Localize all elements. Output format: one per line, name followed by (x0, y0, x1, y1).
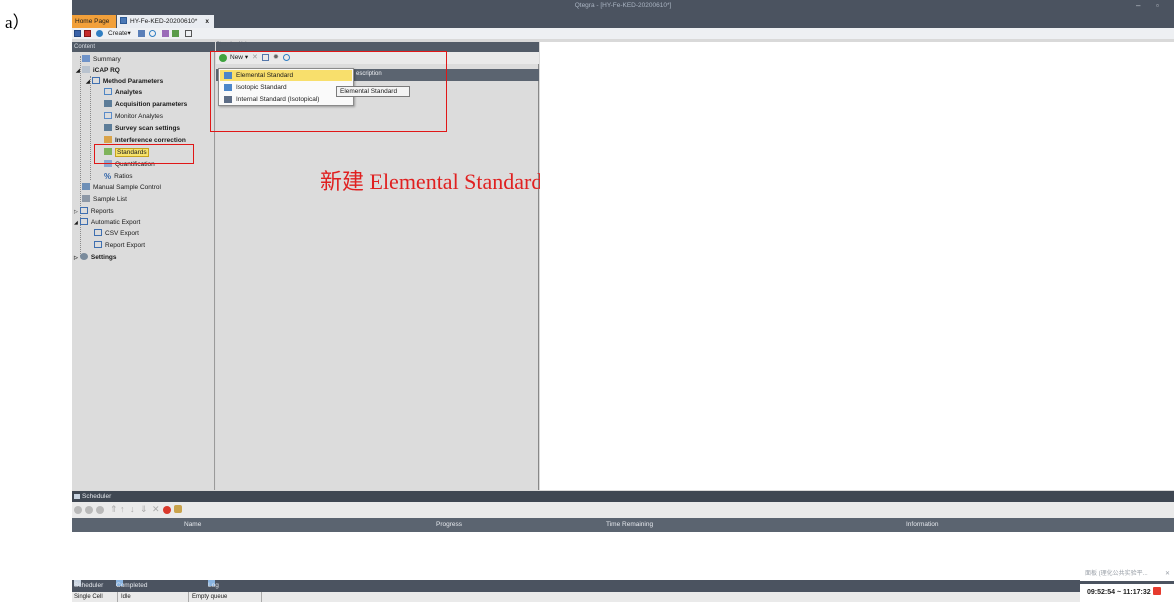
title-bar: Qtegra - [HY-Fe-KED-20200610*] – ▫ (72, 0, 1174, 13)
instrument-icon (81, 66, 90, 73)
figure-label: a） (5, 13, 30, 32)
monitor-icon (104, 112, 112, 119)
tree-item-summary[interactable]: Summary (82, 55, 121, 64)
save-icon[interactable] (74, 30, 81, 37)
move-up-icon[interactable]: ↑ (120, 504, 125, 514)
scheduler-title: Scheduler (82, 493, 112, 500)
tree-item-acquisition-parameters[interactable]: Acquisition parameters (104, 100, 187, 109)
move-bottom-icon[interactable]: ⇓ (140, 504, 148, 515)
tree-item-method-parameters[interactable]: ◢ Method Parameters (86, 77, 163, 87)
column-time-remaining[interactable]: Time Remaining (606, 521, 653, 528)
csv-export-icon (94, 229, 102, 236)
tree-item-sample-list[interactable]: Sample List (82, 195, 127, 204)
sample-control-icon (82, 183, 90, 190)
create-menu-button[interactable]: Create▾ (108, 29, 131, 37)
list-icon (82, 195, 90, 202)
column-progress[interactable]: Progress (436, 521, 462, 528)
sort-icon[interactable] (162, 30, 169, 37)
expand-icon: ◢ (74, 220, 78, 226)
tree-item-csv-export[interactable]: CSV Export (94, 229, 139, 238)
bottom-tab-bar: Scheduler Completed LabBooks Log View (72, 580, 1174, 601)
history-icon[interactable] (149, 30, 156, 37)
taskbar-notification[interactable]: 面板 (理化公共实验平... ✕ (1080, 568, 1174, 581)
play-icon[interactable] (74, 506, 82, 514)
status-bar: Single Cell Analysis Idle Empty queue (72, 592, 1174, 602)
scheduler-toolbar: ⇑ ↑ ↓ ⇓ ✕ (72, 502, 1174, 518)
content-panel-header: Content (72, 42, 215, 52)
close-document-icon[interactable] (84, 30, 91, 37)
collapse-icon: ▷ (74, 209, 78, 215)
document-icon (120, 17, 127, 24)
main-toolbar: Create▾ (72, 28, 1174, 39)
status-mode: Single Cell Analysis (72, 592, 118, 602)
scheduler-icon (74, 494, 80, 499)
tree-item-monitor-analytes[interactable]: Monitor Analytes (104, 112, 163, 121)
close-icon[interactable]: x (205, 15, 209, 28)
tab-label: Home Page (75, 18, 110, 25)
tree-item-analytes[interactable]: Analytes (104, 88, 142, 97)
create-label: Create (108, 30, 128, 37)
percent-icon: % (104, 172, 112, 181)
expand-icon: ◢ (86, 79, 90, 85)
app-icon[interactable] (1152, 587, 1161, 595)
notification-text: 面板 (理化公共实验平... (1085, 571, 1148, 577)
scheduler-columns: Name Progress Time Remaining Information (72, 518, 1174, 532)
cancel-icon[interactable] (163, 506, 171, 514)
status-queue: Empty queue (190, 592, 262, 602)
taskbar-clock: 09:52:54 ~ 11:17:32 (1080, 584, 1174, 602)
expand-icon: ◢ (76, 68, 80, 74)
tab-label: HY-Fe-KED-20200610* (130, 18, 198, 25)
options-icon[interactable] (174, 505, 182, 513)
column-information[interactable]: Information (906, 521, 939, 528)
annotation-box-standards (94, 144, 194, 164)
summary-icon (82, 55, 90, 62)
tree-item-manual-sample-control[interactable]: Manual Sample Control (82, 183, 161, 192)
column-name[interactable]: Name (184, 521, 201, 528)
method-icon (91, 77, 100, 84)
tab-document[interactable]: HY-Fe-KED-20200610* x (117, 15, 214, 28)
refresh-icon[interactable] (96, 30, 103, 37)
status-state: Idle (119, 592, 189, 602)
workspace-area (540, 42, 1174, 490)
annotation-box-new-menu (210, 51, 447, 132)
move-top-icon[interactable]: ⇑ (110, 504, 118, 515)
window-title: Qtegra - [HY-Fe-KED-20200610*] (574, 2, 672, 9)
move-down-icon[interactable]: ↓ (130, 504, 135, 514)
tree-item-ratios[interactable]: % Ratios (104, 172, 133, 181)
qtegra-window: Qtegra - [HY-Fe-KED-20200610*] – ▫ Home … (72, 0, 1174, 602)
tree-item-reports[interactable]: ▷ Reports (74, 207, 114, 217)
reports-icon (79, 207, 88, 214)
tree-item-report-export[interactable]: Report Export (94, 241, 145, 250)
window-icon[interactable] (185, 30, 192, 37)
tree-item-icap-rq[interactable]: ◢ iCAP RQ (76, 66, 120, 76)
tree-item-survey-scan-settings[interactable]: Survey scan settings (104, 124, 180, 133)
tab-home-page[interactable]: Home Page (72, 15, 116, 28)
report-export-icon (94, 241, 102, 248)
scheduler-list (72, 532, 1174, 580)
interference-icon (104, 136, 112, 143)
tree-item-automatic-export[interactable]: ◢ Automatic Export (74, 218, 140, 228)
clock-text: 09:52:54 ~ 11:17:32 (1087, 589, 1151, 596)
tab-label: Scheduler (74, 582, 104, 589)
tree-guide-line (90, 76, 91, 180)
gear-icon (104, 100, 112, 107)
settings-gear-icon (79, 253, 88, 260)
pause-icon[interactable] (85, 506, 93, 514)
close-icon[interactable]: ✕ (1165, 568, 1170, 581)
minimize-icon[interactable]: – (1136, 1, 1140, 10)
collapse-icon: ▷ (74, 255, 78, 261)
stop-icon[interactable] (96, 506, 104, 514)
restore-icon[interactable]: ▫ (1156, 1, 1159, 10)
export-icon (79, 218, 88, 225)
scan-settings-icon (104, 124, 112, 131)
tree-item-settings[interactable]: ▷ Settings (74, 253, 117, 263)
scheduler-header: Scheduler (72, 491, 1174, 502)
analytes-icon (104, 88, 112, 95)
content-tree: Summary ◢ iCAP RQ ◢ Method Parameters Anal… (72, 52, 215, 490)
remove-icon[interactable]: ✕ (152, 504, 160, 515)
chart-icon[interactable] (172, 30, 179, 37)
tab-bar: Home Page HY-Fe-KED-20200610* x (72, 13, 1174, 28)
import-icon[interactable] (138, 30, 145, 37)
annotation-text: 新建 Elemental Standard (320, 169, 543, 194)
